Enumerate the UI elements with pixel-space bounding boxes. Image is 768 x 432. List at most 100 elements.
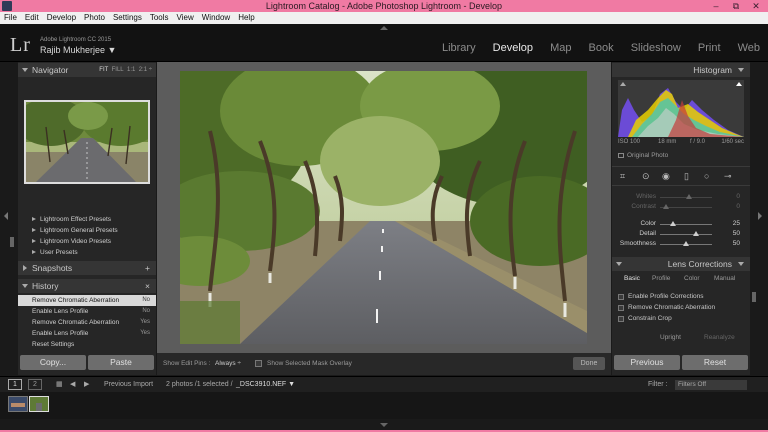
module-book[interactable]: Book bbox=[589, 42, 614, 54]
collapse-bottom-icon[interactable] bbox=[380, 423, 388, 427]
tab-color[interactable]: Color bbox=[684, 275, 700, 282]
histogram-header[interactable]: Histogram bbox=[612, 63, 750, 77]
edit-pins-select[interactable]: Always ÷ bbox=[215, 360, 241, 367]
highlight-clipping-icon[interactable] bbox=[736, 82, 742, 86]
navigator-header[interactable]: Navigator FIT FILL 1:1 2:1 ÷ bbox=[18, 63, 156, 77]
slider-thumb[interactable] bbox=[663, 204, 669, 209]
menu-develop[interactable]: Develop bbox=[43, 12, 80, 24]
clear-history-button[interactable]: × bbox=[145, 279, 150, 293]
slider-thumb[interactable] bbox=[683, 241, 689, 246]
forward-icon[interactable]: ▶ bbox=[84, 377, 89, 393]
reset-button[interactable]: Reset bbox=[682, 355, 748, 370]
collapse-top-icon[interactable] bbox=[380, 26, 388, 30]
menu-edit[interactable]: Edit bbox=[21, 12, 43, 24]
enable-profile-corrections[interactable]: Enable Profile Corrections bbox=[618, 292, 704, 302]
zoom-1-1[interactable]: 1:1 bbox=[127, 67, 135, 73]
menu-file[interactable]: File bbox=[0, 12, 21, 24]
slider-color[interactable]: Color 25 bbox=[612, 219, 750, 229]
thumbnail[interactable] bbox=[8, 396, 28, 412]
history-step-value: Yes bbox=[140, 319, 150, 325]
history-step[interactable]: Reset Settings bbox=[18, 339, 156, 350]
red-eye-icon[interactable]: ◉ bbox=[662, 171, 670, 182]
history-header[interactable]: History × bbox=[18, 279, 156, 293]
preset-folder[interactable]: Lightroom General Presets bbox=[18, 225, 156, 236]
history-step[interactable]: Remove Chromatic Aberration No bbox=[18, 295, 156, 306]
module-develop[interactable]: Develop bbox=[493, 42, 533, 54]
mask-overlay-checkbox[interactable] bbox=[255, 360, 262, 367]
user-name[interactable]: Rajib Mukherjee ▼ bbox=[40, 45, 116, 55]
slider-detail[interactable]: Detail 50 bbox=[612, 229, 750, 239]
crop-icon[interactable]: ⌗ bbox=[620, 171, 625, 182]
add-snapshot-button[interactable]: + bbox=[145, 261, 150, 275]
preset-folder[interactable]: Lightroom Video Presets bbox=[18, 236, 156, 247]
menu-help[interactable]: Help bbox=[234, 12, 258, 24]
history-step[interactable]: Remove Chromatic Aberration Yes bbox=[18, 317, 156, 328]
navigator-preview[interactable] bbox=[24, 100, 150, 184]
mask-overlay-label: Show Selected Mask Overlay bbox=[267, 360, 352, 367]
adjustment-brush-icon[interactable]: ⊸ bbox=[724, 171, 732, 182]
zoom-2-1[interactable]: 2:1 ÷ bbox=[139, 67, 152, 73]
snapshots-header[interactable]: Snapshots + bbox=[18, 261, 156, 275]
history-step[interactable]: Enable Lens Profile Yes bbox=[18, 328, 156, 339]
menu-view[interactable]: View bbox=[173, 12, 198, 24]
slider-value: 50 bbox=[732, 240, 740, 247]
slider-thumb[interactable] bbox=[670, 221, 676, 226]
slider-whites[interactable]: Whites 0 bbox=[612, 192, 750, 202]
slider-smoothness[interactable]: Smoothness 50 bbox=[612, 239, 750, 249]
previous-button[interactable]: Previous bbox=[614, 355, 680, 370]
graduated-filter-icon[interactable]: ▯ bbox=[684, 171, 689, 182]
slider-thumb[interactable] bbox=[693, 231, 700, 236]
module-print[interactable]: Print bbox=[698, 42, 721, 54]
module-slideshow[interactable]: Slideshow bbox=[631, 42, 681, 54]
preset-folder[interactable]: User Presets bbox=[18, 247, 156, 258]
file-name[interactable]: _DSC3910.NEF ▼ bbox=[236, 377, 295, 393]
copy-settings-button[interactable]: Copy... bbox=[20, 355, 86, 370]
constrain-crop[interactable]: Constrain Crop bbox=[618, 314, 672, 324]
close-icon[interactable]: ✕ bbox=[746, 0, 766, 12]
menu-window[interactable]: Window bbox=[198, 12, 234, 24]
radial-filter-icon[interactable]: ○ bbox=[704, 171, 709, 181]
window-2-button[interactable]: 2 bbox=[28, 379, 42, 390]
slider-contrast[interactable]: Contrast 0 bbox=[612, 202, 750, 212]
previous-import[interactable]: Previous Import bbox=[104, 377, 153, 393]
remove-chromatic-aberration[interactable]: Remove Chromatic Aberration bbox=[618, 303, 715, 313]
window-1-button[interactable]: 1 bbox=[8, 379, 22, 390]
thumbnail-selected[interactable] bbox=[29, 396, 49, 412]
menu-settings[interactable]: Settings bbox=[109, 12, 146, 24]
module-picker: Library Develop Map Book Slideshow Print… bbox=[428, 42, 760, 54]
tab-profile[interactable]: Profile bbox=[652, 275, 670, 282]
zoom-fit[interactable]: FIT bbox=[99, 67, 108, 73]
done-button[interactable]: Done bbox=[573, 357, 605, 370]
grid-view-icon[interactable]: ▦ bbox=[56, 377, 63, 393]
minimize-icon[interactable]: – bbox=[706, 0, 726, 12]
paste-settings-button[interactable]: Paste bbox=[88, 355, 154, 370]
preset-folder[interactable]: Lightroom Effect Presets bbox=[18, 214, 156, 225]
module-map[interactable]: Map bbox=[550, 42, 571, 54]
histogram-graph[interactable] bbox=[618, 80, 744, 137]
spot-removal-icon[interactable]: ⊙ bbox=[642, 171, 650, 182]
back-icon[interactable]: ◀ bbox=[70, 377, 75, 393]
menu-bar: File Edit Develop Photo Settings Tools View Win… bbox=[0, 12, 768, 24]
filter-select[interactable]: Filters Off bbox=[675, 380, 747, 390]
slider-thumb[interactable] bbox=[686, 194, 692, 199]
module-library[interactable]: Library bbox=[442, 42, 476, 54]
collapse-right-icon[interactable] bbox=[758, 212, 762, 220]
menu-tools[interactable]: Tools bbox=[146, 12, 173, 24]
right-scrollbar[interactable] bbox=[752, 292, 756, 302]
shadow-clipping-icon[interactable] bbox=[620, 82, 626, 86]
image-canvas[interactable] bbox=[157, 62, 611, 353]
left-scrollbar[interactable] bbox=[10, 237, 14, 247]
original-photo-toggle[interactable]: Original Photo bbox=[618, 152, 668, 159]
history-step[interactable]: Enable Lens Profile No bbox=[18, 306, 156, 317]
collapse-left-icon[interactable] bbox=[4, 212, 8, 220]
tab-manual[interactable]: Manual bbox=[714, 275, 735, 282]
restore-icon[interactable]: ⧉ bbox=[726, 0, 746, 12]
reanalyze-button[interactable]: Reanalyze bbox=[704, 334, 735, 341]
history-step-value: No bbox=[142, 297, 150, 303]
main-photo[interactable] bbox=[180, 71, 587, 344]
module-web[interactable]: Web bbox=[738, 42, 760, 54]
tab-basic[interactable]: Basic bbox=[624, 275, 640, 282]
zoom-fill[interactable]: FILL bbox=[112, 67, 124, 73]
lens-corrections-header[interactable]: Lens Corrections bbox=[612, 257, 750, 271]
menu-photo[interactable]: Photo bbox=[80, 12, 109, 24]
